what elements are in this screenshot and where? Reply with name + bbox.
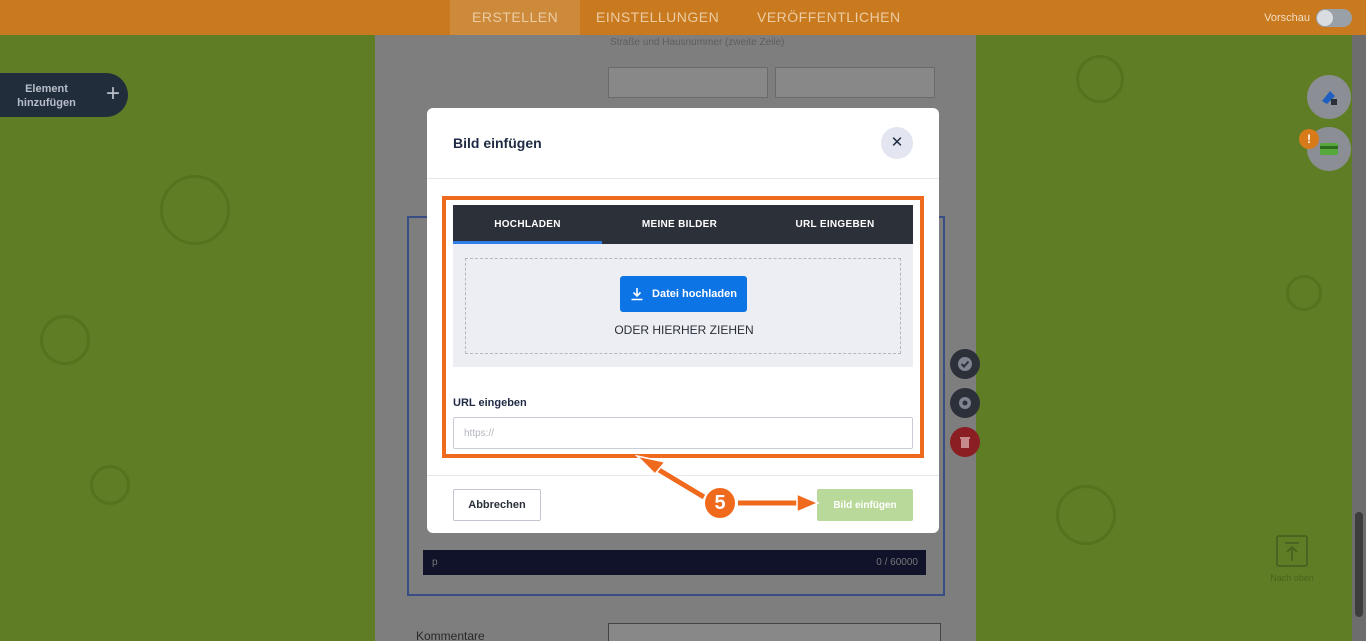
close-icon: ✕	[890, 134, 904, 151]
address-input-1[interactable]	[608, 67, 768, 98]
url-input[interactable]	[453, 417, 913, 449]
drag-hint: ODER HIERHER ZIEHEN	[614, 323, 754, 337]
step-number-badge: 5	[703, 486, 737, 520]
tab-veroeffentlichen[interactable]: VERÖFFENTLICHEN	[757, 0, 901, 35]
download-icon	[631, 288, 643, 301]
dialog-title: Bild einfügen	[453, 135, 542, 151]
gear-icon	[959, 397, 971, 409]
editor-counter: 0 / 60000	[876, 557, 918, 568]
close-button[interactable]: ✕	[881, 127, 913, 159]
food-doodle	[1076, 55, 1124, 103]
arrow-up-icon	[1276, 535, 1308, 567]
background-left	[0, 35, 375, 641]
upload-file-button[interactable]: Datei hochladen	[620, 276, 747, 312]
tab-hochladen[interactable]: HOCHLADEN	[453, 205, 602, 244]
add-element-button[interactable]: Element hinzufügen +	[0, 73, 128, 117]
theme-designer-button[interactable]	[1307, 75, 1351, 119]
tab-meine-bilder[interactable]: MEINE BILDER	[602, 205, 757, 244]
address-hint: Straße und Hausnummer (zweite Zeile)	[610, 37, 785, 48]
comment-input[interactable]	[608, 623, 941, 641]
url-label: URL eingeben	[453, 397, 527, 409]
warning-badge: !	[1299, 129, 1319, 149]
food-doodle	[90, 465, 130, 505]
plus-icon: +	[105, 80, 120, 107]
insert-image-button[interactable]: Bild einfügen	[817, 489, 913, 521]
cancel-button[interactable]: Abbrechen	[453, 489, 541, 521]
comment-label: Kommentare	[416, 629, 485, 641]
delete-element-button[interactable]	[950, 427, 980, 457]
image-source-tabs: HOCHLADEN MEINE BILDER URL EINGEBEN	[453, 205, 913, 244]
credit-card-icon	[1320, 143, 1338, 155]
drop-zone[interactable]: Datei hochladen ODER HIERHER ZIEHEN	[465, 258, 901, 354]
back-to-top-label: Nach oben	[1270, 573, 1314, 583]
tab-einstellungen[interactable]: EINSTELLUNGEN	[596, 0, 719, 35]
food-doodle	[40, 315, 90, 365]
address-input-2[interactable]	[775, 67, 935, 98]
trash-icon	[960, 437, 970, 448]
editor-status-bar: p 0 / 60000	[423, 550, 926, 575]
paint-roller-icon	[1322, 91, 1337, 105]
scrollbar-thumb[interactable]	[1355, 512, 1363, 617]
back-to-top-button[interactable]: Nach oben	[1262, 535, 1322, 583]
divider	[427, 178, 939, 179]
egg-doodle	[160, 175, 230, 245]
preview-toggle-group: Vorschau	[1264, 0, 1352, 35]
check-circle-icon	[958, 357, 972, 371]
preview-switch[interactable]	[1316, 8, 1352, 27]
upload-area: Datei hochladen ODER HIERHER ZIEHEN	[453, 244, 913, 367]
confirm-element-button[interactable]	[950, 349, 980, 379]
food-doodle	[1286, 275, 1322, 311]
tab-url-eingeben[interactable]: URL EINGEBEN	[757, 205, 913, 244]
element-settings-button[interactable]	[950, 388, 980, 418]
page-scrollbar[interactable]	[1352, 35, 1366, 641]
apple-doodle	[1056, 485, 1116, 545]
upload-button-label: Datei hochladen	[652, 288, 737, 300]
editor-tag: p	[432, 557, 438, 568]
top-navigation-bar: ERSTELLEN EINSTELLUNGEN VERÖFFENTLICHEN …	[0, 0, 1366, 35]
tab-erstellen[interactable]: ERSTELLEN	[450, 0, 581, 35]
insert-image-dialog: Bild einfügen ✕ HOCHLADEN MEINE BILDER U…	[427, 108, 939, 533]
preview-label: Vorschau	[1264, 11, 1310, 24]
add-element-label: Element hinzufügen	[17, 83, 76, 109]
divider	[427, 475, 939, 476]
